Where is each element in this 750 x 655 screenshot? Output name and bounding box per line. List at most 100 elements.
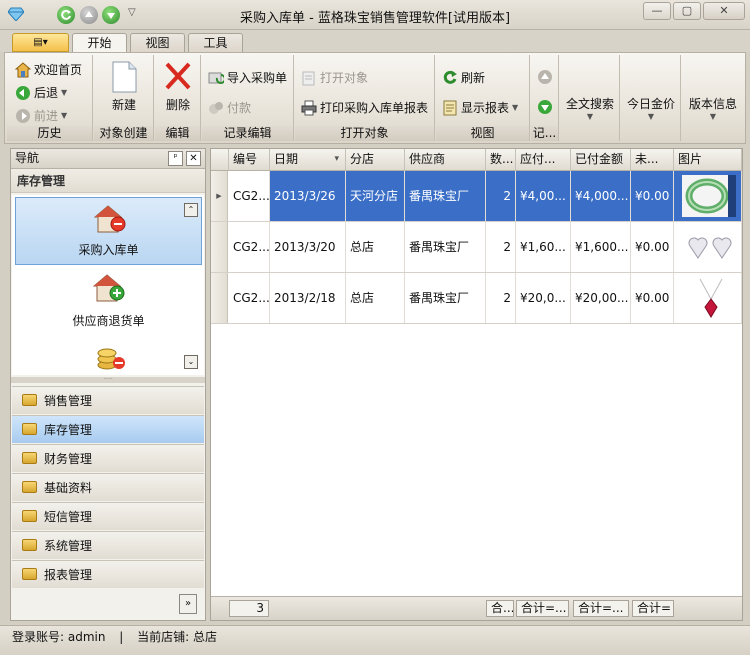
show-report-dropdown-icon[interactable]: ▼ (512, 103, 518, 112)
module-label: 系统管理 (44, 539, 93, 553)
forward-dropdown-icon[interactable]: ▼ (61, 111, 67, 120)
cell-supplier: 番禺珠宝厂 (405, 273, 486, 323)
folder-icon (22, 423, 37, 435)
module-label: 短信管理 (44, 510, 93, 524)
record-down-icon[interactable] (537, 99, 553, 115)
import-purchase-label: 导入采购单 (227, 71, 288, 85)
version-dropdown-icon[interactable]: ▼ (682, 112, 744, 121)
status-bar: 登录账号: admin | 当前店铺: 总店 (0, 625, 750, 655)
pin-icon[interactable]: ᵖ (168, 151, 183, 166)
refresh-icon (443, 70, 457, 84)
group-open-object: 打开对象 打印采购入库单报表 打开对象 (295, 55, 435, 141)
cell-qty: 2 (486, 273, 516, 323)
row-indicator (211, 222, 228, 272)
group-record-edit: 导入采购单 付款 记录编辑 (202, 55, 294, 141)
row-indicator (211, 273, 228, 323)
import-icon (208, 72, 224, 84)
cell-branch: 总店 (346, 273, 405, 323)
group-history: 欢迎首页 后退 ▼ 前进 ▼ 历史 (7, 55, 93, 141)
import-purchase-button[interactable]: 导入采购单 (208, 69, 287, 86)
gold-price-button[interactable]: 今日金价 ▼ (621, 95, 681, 121)
app-menu-button[interactable]: ▤▾ (12, 33, 69, 52)
gold-price-dropdown-icon[interactable]: ▼ (621, 112, 681, 121)
refresh-button[interactable]: 刷新 (442, 69, 485, 86)
column-header-payable[interactable]: 应付... (516, 149, 571, 171)
column-header-code[interactable]: 编号 (229, 149, 270, 171)
open-object-label: 打开对象 (320, 71, 369, 85)
fulltext-dropdown-icon[interactable]: ▼ (560, 112, 620, 121)
maximize-button[interactable]: ▢ (673, 2, 701, 20)
new-button[interactable]: 新建 (100, 61, 148, 113)
table-row[interactable]: ▶ CG2... 2013/3/26 天河分店 番禺珠宝厂 2 ¥4,00...… (211, 171, 742, 222)
status-store: 当前店铺: 总店 (137, 630, 218, 644)
nav-scroll-up-icon[interactable]: ⌃ (184, 203, 198, 217)
report-icon (443, 100, 457, 115)
house-remove-icon (94, 205, 126, 233)
module-basic-data[interactable]: 基础资料 (12, 473, 204, 501)
group-view: 刷新 显示报表 ▼ 视图 (436, 55, 530, 141)
fulltext-search-button[interactable]: 全文搜索 ▼ (560, 95, 620, 121)
group-record-nav-label: 记... (531, 126, 558, 141)
column-header-unpaid[interactable]: 未... (631, 149, 674, 171)
group-create: 新建 对象创建 (94, 55, 154, 141)
print-report-label: 打印采购入库单报表 (320, 101, 429, 115)
print-report-button[interactable]: 打印采购入库单报表 (301, 99, 428, 116)
nav-item-purchase-receipt[interactable]: 采购入库单 (15, 197, 202, 265)
forward-button[interactable]: 前进 ▼ (15, 107, 67, 124)
delete-button[interactable]: 删除 (157, 61, 199, 113)
module-reports[interactable]: 报表管理 (12, 560, 204, 588)
group-view-label: 视图 (436, 126, 529, 141)
nav-scroll-down-icon[interactable]: ⌄ (184, 355, 198, 369)
column-header-branch[interactable]: 分店 (346, 149, 405, 171)
column-header-date[interactable]: 日期 ▾ (270, 149, 346, 171)
cell-date: 2013/3/20 (270, 222, 346, 272)
cell-payable: ¥4,00... (516, 171, 571, 221)
total-count: 3 (229, 600, 269, 617)
module-sms[interactable]: 短信管理 (12, 502, 204, 530)
close-button[interactable]: ✕ (703, 2, 745, 20)
nav-item-supplier-return[interactable]: 供应商退货单 (15, 267, 202, 335)
table-row[interactable]: CG2... 2013/2/18 总店 番禺珠宝厂 2 ¥20,0... ¥20… (211, 273, 742, 324)
tab-tools[interactable]: 工具 (188, 33, 243, 52)
forward-arrow-icon (16, 108, 30, 123)
module-sales[interactable]: 销售管理 (12, 386, 204, 414)
nav-section-title: 库存管理 (11, 169, 205, 193)
nav-close-icon[interactable]: ✕ (186, 151, 201, 166)
cell-date: 2013/2/18 (270, 273, 346, 323)
version-info-button[interactable]: 版本信息 ▼ (682, 95, 744, 121)
cell-qty: 2 (486, 222, 516, 272)
delete-label: 删除 (165, 98, 190, 112)
record-up-icon[interactable] (537, 69, 553, 85)
open-object-button[interactable]: 打开对象 (301, 69, 368, 86)
tab-start[interactable]: 开始 (72, 33, 127, 53)
column-header-image[interactable]: 图片 (674, 149, 742, 171)
minimize-button[interactable]: — (643, 2, 671, 20)
column-header-supplier[interactable]: 供应商 (405, 149, 486, 171)
show-report-button[interactable]: 显示报表 ▼ (442, 99, 518, 116)
back-button[interactable]: 后退 ▼ (15, 84, 67, 101)
version-info-label: 版本信息 (688, 97, 737, 111)
column-header-qty[interactable]: 数... (486, 149, 516, 171)
tab-view[interactable]: 视图 (130, 33, 185, 52)
module-inventory[interactable]: 库存管理 (12, 415, 204, 443)
module-label: 销售管理 (44, 394, 93, 408)
forward-label: 前进 (34, 109, 59, 123)
module-finance[interactable]: 财务管理 (12, 444, 204, 472)
back-label: 后退 (34, 86, 59, 100)
ribbon: 欢迎首页 后退 ▼ 前进 ▼ 历史 新建 对象创建 删除 编辑 导入采购单 付款… (4, 52, 746, 144)
cell-paid: ¥20,00... (571, 273, 631, 323)
pay-button[interactable]: 付款 (208, 99, 251, 116)
status-separator: | (119, 630, 124, 644)
module-label: 基础资料 (44, 481, 93, 495)
nav-expand-button[interactable]: » (179, 594, 197, 614)
back-dropdown-icon[interactable]: ▼ (61, 88, 67, 97)
cell-payable: ¥20,0... (516, 273, 571, 323)
open-object-icon (302, 71, 315, 85)
table-row[interactable]: CG2... 2013/3/20 总店 番禺珠宝厂 2 ¥1,60... ¥1,… (211, 222, 742, 273)
nav-item-coins[interactable] (15, 337, 202, 373)
column-header-paid[interactable]: 已付金额 (571, 149, 631, 171)
cell-unpaid: ¥0.00 (631, 222, 674, 272)
nav-splitter[interactable]: ····· (11, 377, 205, 383)
home-button[interactable]: 欢迎首页 (15, 61, 82, 78)
module-system[interactable]: 系统管理 (12, 531, 204, 559)
